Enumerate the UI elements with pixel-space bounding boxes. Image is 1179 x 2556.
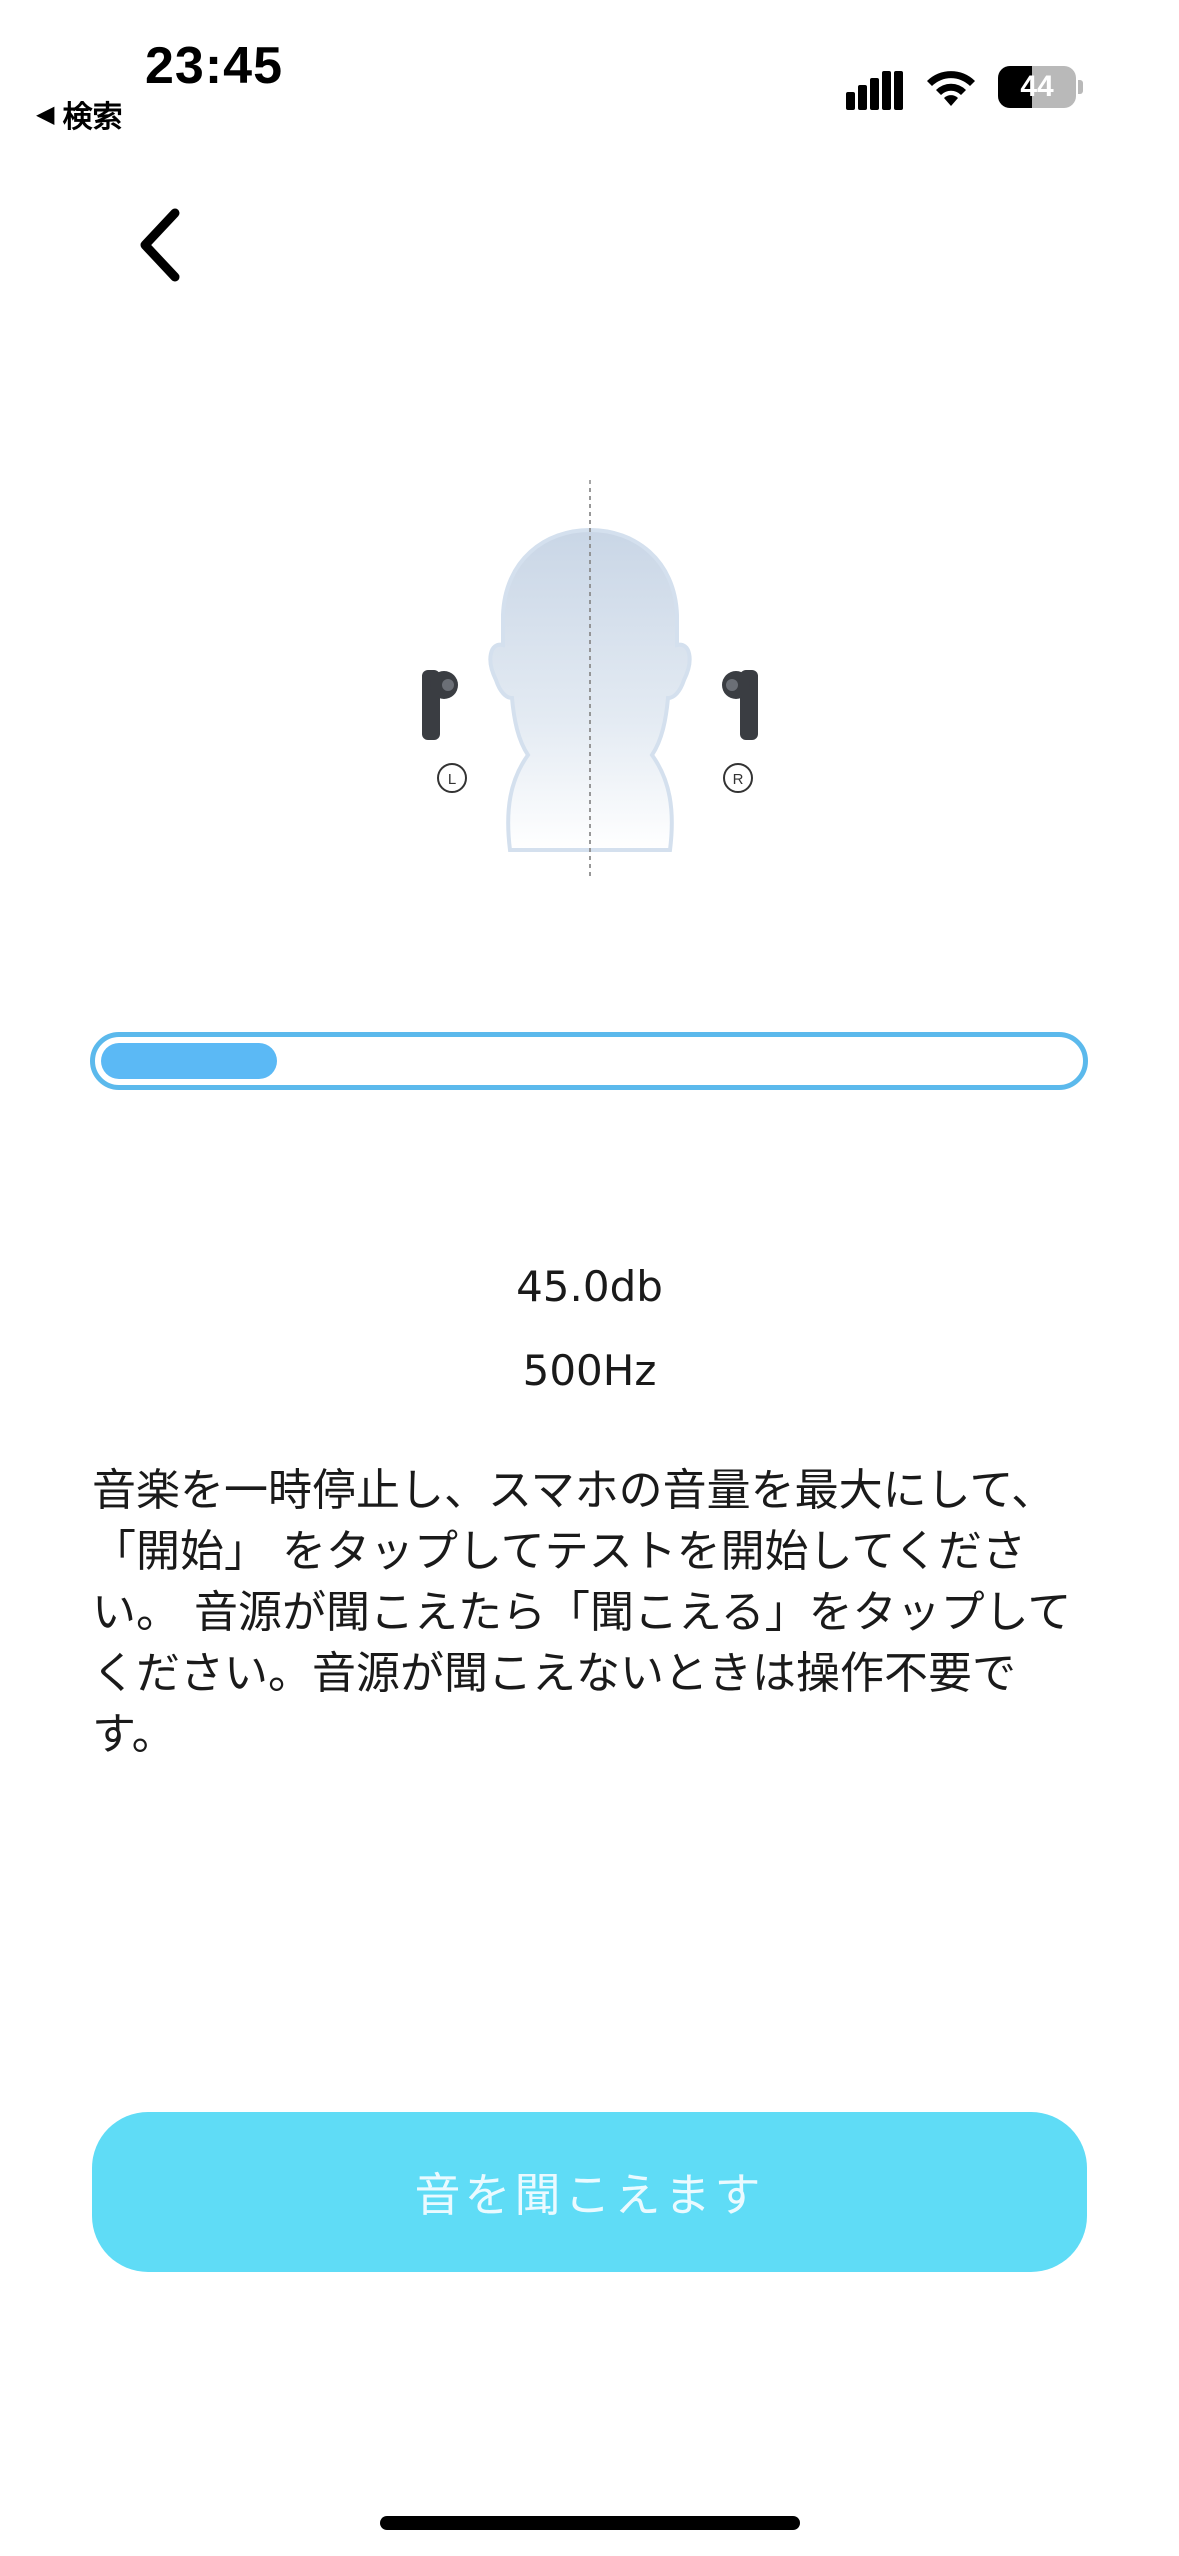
frequency-value: 500Hz xyxy=(522,1346,657,1395)
right-label: R xyxy=(733,771,744,788)
status-back-to-app[interactable]: ◀ 検索 xyxy=(36,92,122,136)
battery-icon: 44 xyxy=(998,66,1084,108)
status-time: 23:45 xyxy=(145,37,283,95)
test-progress-bar xyxy=(90,1032,1088,1090)
cellular-signal-icon xyxy=(846,71,903,110)
volume-level-value: 45.0db xyxy=(516,1262,663,1311)
battery-percent: 44 xyxy=(1020,70,1054,103)
home-indicator[interactable] xyxy=(380,2516,800,2530)
wifi-icon xyxy=(927,71,975,106)
left-earbud-icon xyxy=(422,670,458,740)
back-button[interactable] xyxy=(120,200,200,290)
chevron-left-icon xyxy=(140,208,180,282)
test-progress-fill xyxy=(101,1043,277,1079)
head-earbuds-illustration: L R xyxy=(422,480,758,880)
status-back-label: 検索 xyxy=(62,100,123,135)
instructions-text: 音楽を一時停止し、スマホの音量を最大にして、「開始」 をタップしてテストを開始し… xyxy=(92,1465,1072,1760)
back-triangle-icon: ◀ xyxy=(36,100,55,128)
right-earbud-icon xyxy=(722,670,758,740)
left-label: L xyxy=(448,771,456,788)
hear-sound-button[interactable]: 音を聞こえます xyxy=(92,2112,1087,2272)
